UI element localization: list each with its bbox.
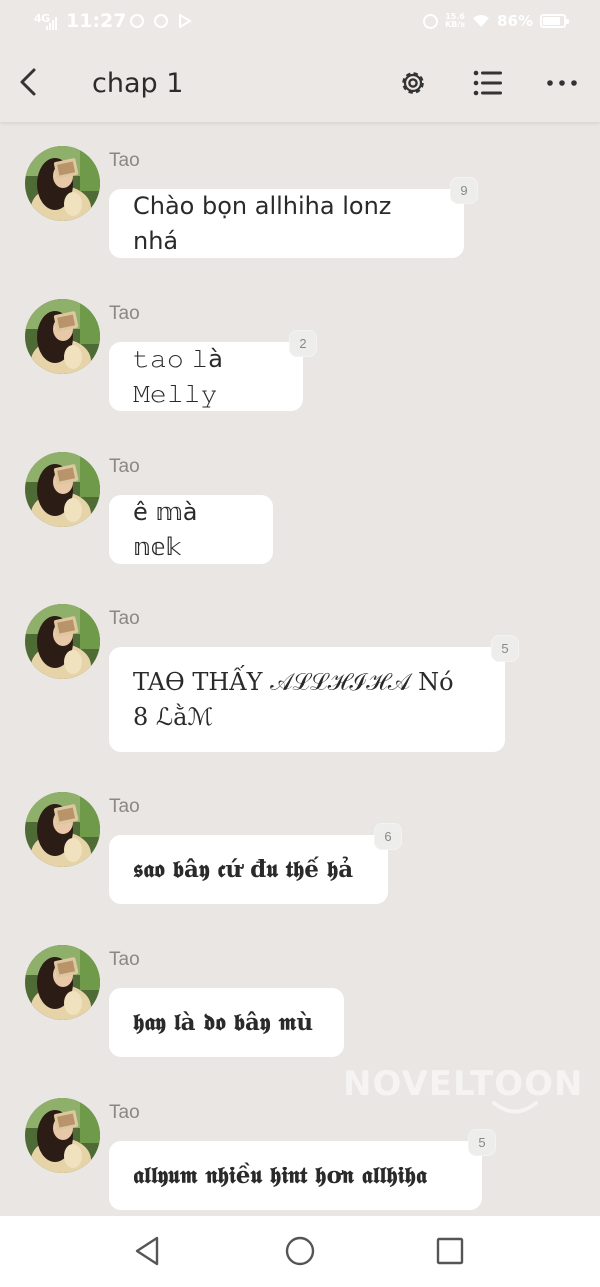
message-text: Chào bọn allhiha lonz nhá (133, 191, 392, 255)
message-text: 𝖘𝖆𝖔 𝖇â𝖞 𝖈ứ đ𝖚 𝖙𝖍ế 𝖍ả (133, 856, 354, 883)
message-bubble[interactable]: 𝖍𝖆𝖞 𝖑à 𝖉𝖔 𝖇â𝖞 𝖒ù (109, 988, 344, 1057)
message-text: 𝖍𝖆𝖞 𝖑à 𝖉𝖔 𝖇â𝖞 𝖒ù (133, 1009, 314, 1036)
chapter-header: chap 1 (0, 46, 600, 122)
comment-count-badge[interactable]: 5 (469, 1130, 495, 1155)
alarm-icon (423, 13, 439, 29)
avatar[interactable] (25, 452, 100, 527)
message-bubble[interactable]: 𝖆𝖑𝖑𝖞𝖚𝖒 𝖓𝖍𝖎ề𝖚 𝖍𝖎𝖓𝖙 𝖍ơ𝖓 𝖆𝖑𝖑𝖍𝖎𝖍𝖆 (109, 1141, 482, 1210)
page-title: chap 1 (92, 68, 184, 99)
sender-name: Tao (109, 949, 140, 970)
gear-icon[interactable] (396, 66, 430, 100)
list-icon[interactable] (471, 66, 505, 100)
back-icon[interactable] (12, 64, 48, 100)
comment-count-badge[interactable]: 2 (290, 331, 316, 356)
sender-name: Tao (109, 456, 140, 477)
sender-name: Tao (109, 1102, 140, 1123)
signal-icon (46, 17, 57, 30)
network-speed: 15.6 KB/s (445, 12, 466, 29)
notification-icons (130, 14, 192, 28)
comment-count-badge[interactable]: 6 (375, 824, 401, 849)
messenger-icon (130, 14, 144, 28)
wifi-icon (473, 15, 490, 27)
message-text: TAƟ THẤY 𝒜ℒℒℋℐℋ𝒜 Nó 8 ℒằℳ (133, 667, 454, 731)
noveltoon-watermark: NOVELTOON (343, 1064, 584, 1104)
message-bubble[interactable]: 𝚝𝚊𝚘 𝚕à 𝙼𝚎𝚕𝚕𝚢 (109, 342, 303, 411)
avatar[interactable] (25, 1098, 100, 1173)
message-text: 𝖆𝖑𝖑𝖞𝖚𝖒 𝖓𝖍𝖎ề𝖚 𝖍𝖎𝖓𝖙 𝖍ơ𝖓 𝖆𝖑𝖑𝖍𝖎𝖍𝖆 (133, 1162, 427, 1189)
avatar[interactable] (25, 604, 100, 679)
message-bubble[interactable]: ê 𝕞à 𝕟𝕖𝕜 (109, 495, 273, 564)
clock: 11:27 (66, 10, 127, 32)
nav-recent-icon[interactable] (433, 1234, 467, 1268)
sender-name: Tao (109, 150, 140, 171)
play-store-icon (179, 14, 192, 28)
sender-name: Tao (109, 303, 140, 324)
nav-home-icon[interactable] (283, 1234, 317, 1268)
avatar[interactable] (25, 299, 100, 374)
message-bubble[interactable]: Chào bọn allhiha lonz nhá (109, 189, 464, 258)
chrome-icon (154, 14, 168, 28)
more-icon[interactable] (546, 66, 580, 100)
system-nav-bar (0, 1216, 600, 1287)
battery-icon (540, 14, 569, 28)
comment-count-badge[interactable]: 5 (492, 636, 518, 661)
watermark-smile-icon (492, 1101, 538, 1114)
nav-back-icon[interactable] (131, 1234, 165, 1268)
message-text: 𝚝𝚊𝚘 𝚕à 𝙼𝚎𝚕𝚕𝚢 (133, 344, 224, 408)
avatar[interactable] (25, 792, 100, 867)
message-text: ê 𝕞à 𝕟𝕖𝕜 (133, 497, 198, 561)
battery-percent: 86% (497, 12, 533, 30)
avatar[interactable] (25, 945, 100, 1020)
sender-name: Tao (109, 608, 140, 629)
avatar[interactable] (25, 146, 100, 221)
status-right: 15.6 KB/s 86% (423, 12, 569, 30)
comment-count-badge[interactable]: 9 (451, 178, 477, 203)
message-bubble[interactable]: 𝖘𝖆𝖔 𝖇â𝖞 𝖈ứ đ𝖚 𝖙𝖍ế 𝖍ả (109, 835, 388, 904)
message-bubble[interactable]: TAƟ THẤY 𝒜ℒℒℋℐℋ𝒜 Nó 8 ℒằℳ (109, 647, 505, 752)
status-bar: 4G 11:27 15.6 KB/s 86% (0, 0, 600, 46)
sender-name: Tao (109, 796, 140, 817)
